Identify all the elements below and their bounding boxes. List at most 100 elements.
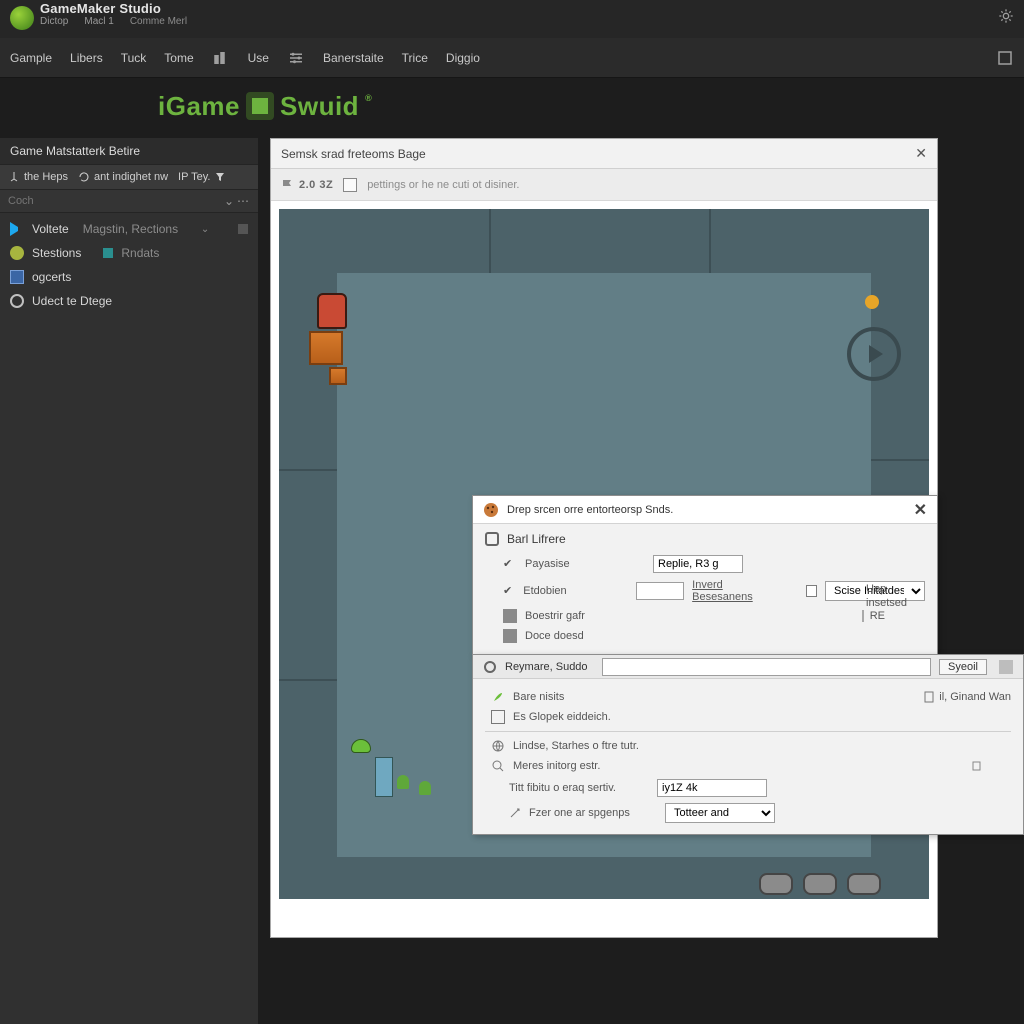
fzer-select[interactable]: Totteer and <box>665 803 775 823</box>
menu-trice[interactable]: Trice <box>402 51 428 65</box>
app-title: GameMaker Studio <box>40 2 187 16</box>
resource-panel-title: Game Matstatterk Betire <box>0 138 258 165</box>
close-icon[interactable]: ✕ <box>914 500 927 520</box>
dialog-titlebar[interactable]: Drep srcen orre entorteorsp Snds. ✕ <box>473 496 937 524</box>
etdobien-input[interactable] <box>636 582 684 600</box>
sprite-player[interactable] <box>317 293 347 329</box>
toolbar-highlight-label: ant indighet nw <box>94 171 168 183</box>
pill-syeoil[interactable]: Syeoil <box>939 659 987 675</box>
copy-icon[interactable] <box>971 760 983 772</box>
payasise-input[interactable] <box>653 555 743 573</box>
row-glopek[interactable]: Es Glopek eiddeich. <box>485 707 1011 727</box>
window-titlebar: GameMaker Studio Dictop Macl 1 Comme Mer… <box>0 0 1024 38</box>
logo-trademark-icon: ® <box>365 93 372 103</box>
sprite-mushroom[interactable] <box>419 781 431 795</box>
resource-search-input[interactable] <box>8 195 222 207</box>
menu-gample[interactable]: Gample <box>10 51 52 65</box>
seam <box>279 679 337 681</box>
doc-icon <box>923 691 935 703</box>
row-fzer: Fzer one ar spgenps Totteer and <box>485 800 1011 826</box>
field-label: Boestrir gafr <box>525 610 645 622</box>
chevron-down-icon[interactable]: ⌄ <box>222 194 236 208</box>
expand-icon[interactable] <box>996 49 1014 67</box>
sliders-icon[interactable] <box>287 49 305 67</box>
version-badge: 2.0 3Z <box>281 178 333 192</box>
dialog2-titlebar[interactable]: Reymare, Suddo Syeoil <box>473 655 1023 679</box>
menu-diggio[interactable]: Diggio <box>446 51 480 65</box>
pin-icon <box>8 171 20 183</box>
sprite-mushroom[interactable] <box>397 775 409 789</box>
titlebar-sub-3: Comme Merl <box>130 16 187 27</box>
square-icon <box>10 270 24 284</box>
settings-icon[interactable] <box>998 8 1014 24</box>
dialog2-path-input[interactable] <box>602 658 931 676</box>
tree-item-udect[interactable]: Udect te Dtege <box>0 289 258 313</box>
search-icon <box>491 759 505 773</box>
row-payasise: ✔ Payasise <box>485 552 925 576</box>
sprite-crate-small[interactable] <box>329 367 347 385</box>
editor-title: Semsk srad freteoms Bage <box>281 147 426 161</box>
tree-item-stestions[interactable]: Stestions Rndats <box>0 241 258 265</box>
menu-tome[interactable]: Tome <box>164 51 193 65</box>
sprite-pipe[interactable] <box>375 757 393 797</box>
link-besesanens[interactable]: Inverd Besesanens <box>692 579 774 603</box>
toolbar-iptey[interactable]: IP Tey. <box>178 171 226 183</box>
field-label: Payasise <box>525 558 645 570</box>
logo-text-right: Swuid <box>280 91 359 122</box>
tree-group-volere[interactable]: Voltete Magstin, Rections ⌄ <box>0 217 258 241</box>
right-label-uop: Uop <box>866 582 907 596</box>
sprite-crate[interactable] <box>309 331 343 365</box>
drag-handle-icon[interactable] <box>238 224 248 234</box>
play-icon <box>10 222 24 236</box>
globe-icon <box>491 739 505 753</box>
toolbar-highlight[interactable]: ant indighet nw <box>78 171 168 183</box>
row-barenisits: Bare nisits il, Ginand Wan <box>485 687 1011 707</box>
seam <box>871 459 929 461</box>
menu-tuck[interactable]: Tuck <box>121 51 147 65</box>
dialog-title: Drep srcen orre entorteorsp Snds. <box>507 504 673 516</box>
editor-titlebar[interactable]: Semsk srad freteoms Bage ✕ <box>271 139 937 169</box>
row-meres[interactable]: Meres initorg estr. <box>485 756 1011 776</box>
right-label-insetsed: insetsed <box>866 596 907 610</box>
close-icon[interactable]: ✕ <box>915 145 927 162</box>
square-icon[interactable] <box>999 660 1013 674</box>
bar-icon <box>503 629 517 643</box>
wall-top <box>279 209 929 273</box>
toolbar-heps[interactable]: the Heps <box>8 171 68 183</box>
tree-item-ogcerts[interactable]: ogcerts <box>0 265 258 289</box>
toolbar-iptey-label: IP Tey. <box>178 171 210 183</box>
sprite-robot[interactable] <box>759 865 879 895</box>
more-icon[interactable]: ⋯ <box>236 194 250 208</box>
menu-libers[interactable]: Libers <box>70 51 103 65</box>
seam <box>489 209 491 273</box>
label-lindse: Lindse, Starhes o ftre tutr. <box>513 740 639 752</box>
titlebar-sub-1: Dictop <box>40 16 68 27</box>
field-label: Titt fibitu o eraq sertiv. <box>509 782 649 794</box>
tag-icon <box>103 248 113 258</box>
field-label: Fzer one ar spgenps <box>529 807 657 819</box>
grid-toggle-icon[interactable] <box>343 178 357 192</box>
sprite-slime[interactable] <box>351 739 371 753</box>
app-icon <box>10 6 34 30</box>
titt-input[interactable] <box>657 779 767 797</box>
ginand-group: il, Ginand Wan <box>923 691 1011 703</box>
resource-search[interactable]: ⌄ ⋯ <box>0 190 258 213</box>
menubar: Gample Libers Tuck Tome Use Banerstaite … <box>0 38 1024 78</box>
sprite-bee[interactable] <box>865 295 879 309</box>
label-meres: Meres initorg estr. <box>513 760 600 772</box>
buildings-icon[interactable] <box>212 49 230 67</box>
tree-label: ogcerts <box>32 270 71 284</box>
label-ginand: il, Ginand Wan <box>939 691 1011 703</box>
play-button-icon[interactable] <box>847 327 901 381</box>
product-logo: iGame Swuid ® <box>158 91 372 122</box>
row-lindse[interactable]: Lindse, Starhes o ftre tutr. <box>485 736 1011 756</box>
checkbox[interactable] <box>806 585 817 597</box>
version-text: 2.0 3Z <box>299 179 333 191</box>
chevron-down-icon[interactable]: ⌄ <box>201 224 209 235</box>
wand-icon <box>509 807 521 819</box>
label-glopek: Es Glopek eiddeich. <box>513 711 611 723</box>
field-label: Etdobien <box>523 585 628 597</box>
row-doce: Doce doesd <box>485 626 925 646</box>
menu-banerstaite[interactable]: Banerstaite <box>323 51 384 65</box>
menu-use[interactable]: Use <box>248 51 269 65</box>
